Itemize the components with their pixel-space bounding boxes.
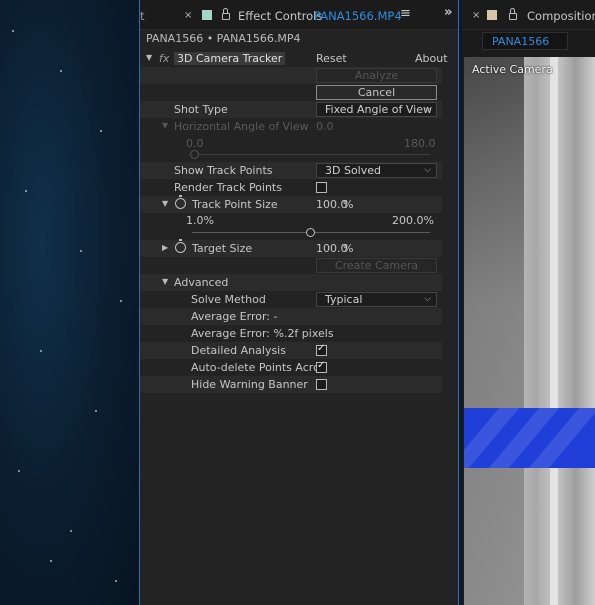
cancel-button[interactable]: Cancel [316, 85, 437, 100]
analyze-button[interactable]: Analyze [316, 68, 437, 83]
label-color-swatch[interactable] [487, 10, 497, 20]
effect-controls-layer-tab[interactable]: PANA1566.MP4 [314, 9, 402, 23]
label-color-swatch[interactable] [202, 10, 212, 20]
target-size-label: Target Size [192, 242, 253, 255]
h-angle-label: Horizontal Angle of View [174, 120, 309, 133]
target-size-unit: % [343, 242, 354, 255]
solve-method-label: Solve Method [191, 293, 266, 306]
track-point-size-slider-knob[interactable] [306, 228, 315, 237]
chevron-down-icon: ⌵ [424, 165, 431, 175]
footage-shadow [464, 57, 524, 605]
panel-menu-icon[interactable]: ≡ [400, 6, 411, 21]
show-track-points-label: Show Track Points [174, 164, 273, 177]
show-track-points-value: 3D Solved [325, 164, 381, 177]
shot-type-dropdown[interactable]: Fixed Angle of View ⌵ [316, 102, 437, 117]
hide-warning-checkbox[interactable] [316, 379, 327, 390]
layer-path: PANA1566 • PANA1566.MP4 [140, 30, 458, 48]
close-icon[interactable]: × [184, 10, 192, 21]
composition-viewer[interactable]: Active Camera [464, 57, 595, 605]
stopwatch-icon[interactable] [175, 239, 186, 253]
render-track-points-label: Render Track Points [174, 181, 282, 194]
comp-name-tab[interactable]: PANA1566 [492, 35, 549, 48]
show-track-points-dropdown[interactable]: 3D Solved ⌵ [316, 163, 437, 178]
fx-icon[interactable]: fx [159, 52, 169, 65]
average-error-1: Average Error: - [191, 310, 278, 323]
partial-tab-label[interactable]: t [140, 9, 145, 23]
effect-controls-tabbar: t × Effect Controls PANA1566.MP4 ≡ » [140, 0, 458, 30]
desktop-background [0, 0, 140, 605]
h-angle-slider-knob[interactable] [190, 150, 199, 159]
overflow-chevron-icon[interactable]: » [444, 5, 452, 20]
effect-name[interactable]: 3D Camera Tracker [174, 52, 286, 65]
target-size-expand-icon[interactable]: ▶ [162, 243, 168, 252]
effect-expand-icon[interactable]: ▼ [146, 53, 152, 62]
lock-icon[interactable] [509, 8, 517, 20]
detailed-analysis-label: Detailed Analysis [191, 344, 286, 357]
solve-method-value: Typical [325, 293, 363, 306]
lock-icon[interactable] [222, 8, 230, 20]
about-link[interactable]: About [415, 52, 448, 65]
h-angle-slider-track[interactable] [192, 154, 430, 155]
shot-type-value: Fixed Angle of View [325, 103, 433, 116]
detailed-analysis-checkbox[interactable] [316, 343, 327, 356]
footage-post [550, 57, 558, 605]
effect-controls-tab-title[interactable]: Effect Controls [238, 9, 322, 23]
render-track-points-checkbox[interactable] [316, 182, 327, 193]
stopwatch-icon[interactable] [175, 195, 186, 209]
composition-tab-title[interactable]: Composition [527, 9, 595, 23]
chevron-down-icon: ⌵ [424, 104, 431, 114]
track-point-size-unit: % [343, 198, 354, 211]
track-point-size-expand-icon[interactable]: ▼ [162, 199, 168, 208]
h-angle-expand-icon[interactable]: ▼ [162, 121, 168, 130]
create-camera-button[interactable]: Create Camera [316, 258, 437, 273]
auto-delete-checkbox[interactable] [316, 360, 327, 373]
h-angle-value: 0.0 [316, 120, 334, 133]
chevron-down-icon: ⌵ [424, 294, 431, 304]
advanced-label: Advanced [174, 276, 229, 289]
average-error-2: Average Error: %.2f pixels [191, 327, 334, 340]
active-camera-label: Active Camera [472, 63, 553, 76]
advanced-expand-icon[interactable]: ▼ [162, 277, 168, 286]
shot-type-label: Shot Type [174, 103, 228, 116]
reset-link[interactable]: Reset [316, 52, 347, 65]
track-point-size-label: Track Point Size [192, 198, 278, 211]
effect-controls-panel: t × Effect Controls PANA1566.MP4 ≡ » PAN… [139, 0, 459, 605]
close-icon[interactable]: × [472, 10, 480, 21]
solve-method-dropdown[interactable]: Typical ⌵ [316, 292, 437, 307]
hide-warning-label: Hide Warning Banner [191, 378, 308, 391]
auto-delete-label: Auto-delete Points Acro [191, 361, 320, 374]
